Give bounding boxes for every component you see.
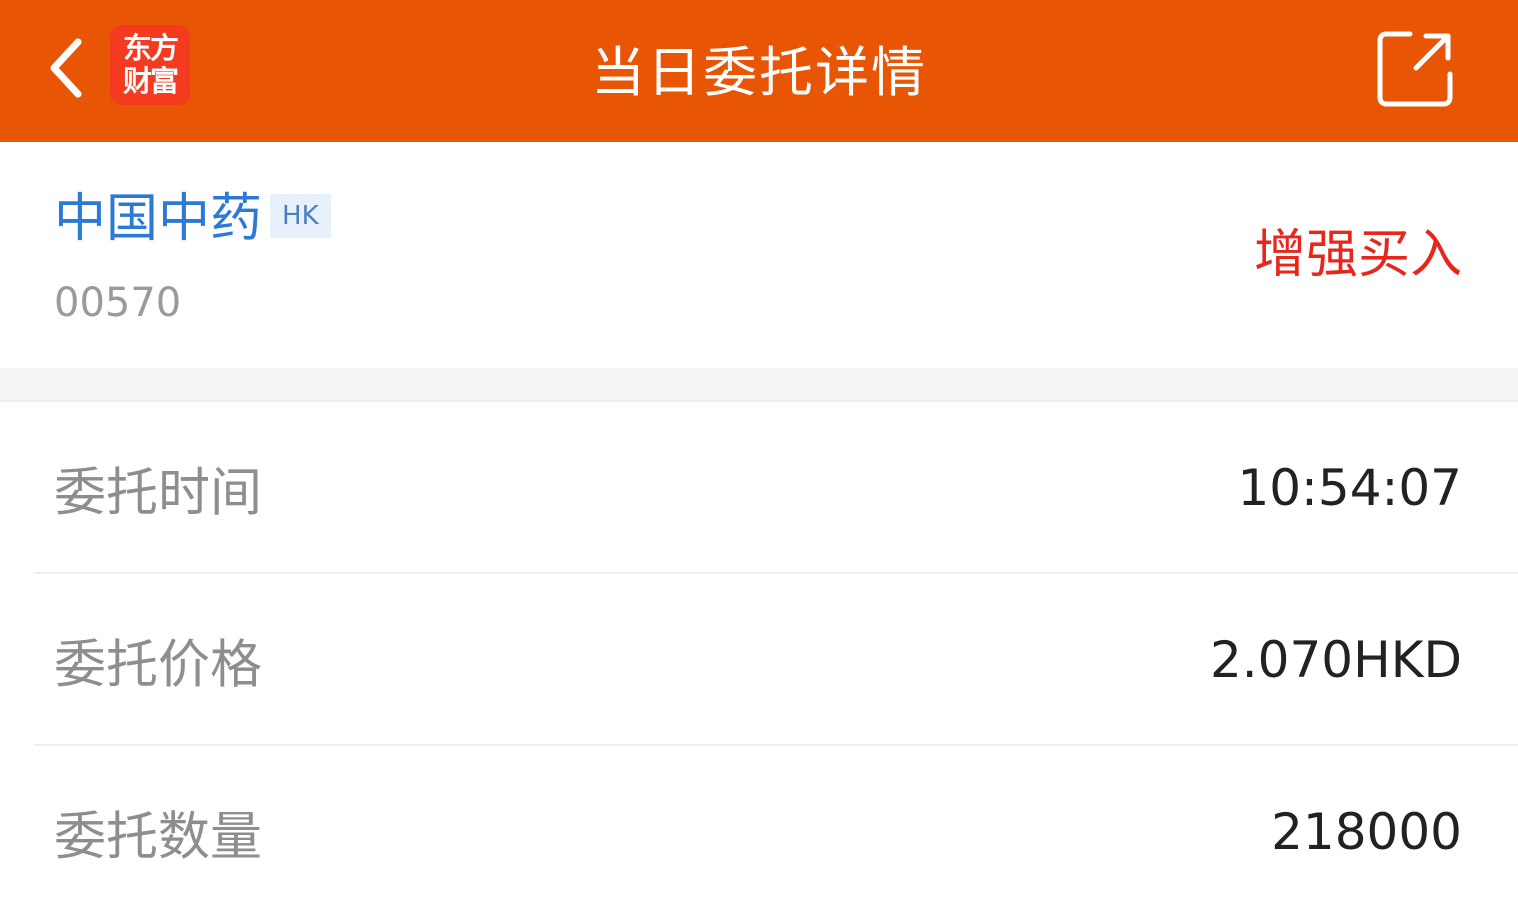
order-direction: 增强买入 bbox=[1253, 225, 1462, 285]
stock-code: 00570 bbox=[54, 280, 182, 326]
detail-value: 2.070HKD bbox=[1209, 631, 1462, 689]
page-title: 当日委托详情 bbox=[591, 40, 927, 104]
order-detail-list: 委托时间 10:54:07 委托价格 2.070HKD 委托数量 218000 bbox=[0, 402, 1518, 918]
detail-label: 委托数量 bbox=[54, 807, 263, 868]
detail-label: 委托时间 bbox=[54, 463, 263, 524]
detail-value: 218000 bbox=[1271, 803, 1462, 861]
stock-name-row: 中国中药 HK bbox=[54, 188, 331, 250]
header-bar: 东方 财富 当日委托详情 bbox=[0, 0, 1518, 142]
share-button[interactable] bbox=[1372, 26, 1460, 110]
detail-value: 10:54:07 bbox=[1237, 459, 1462, 517]
detail-label: 委托价格 bbox=[54, 635, 263, 696]
share-external-icon bbox=[1377, 31, 1453, 107]
section-divider bbox=[0, 368, 1518, 402]
detail-row-time: 委托时间 10:54:07 bbox=[0, 402, 1518, 574]
stock-name[interactable]: 中国中药 bbox=[54, 188, 262, 250]
detail-row-price: 委托价格 2.070HKD bbox=[0, 574, 1518, 746]
market-badge: HK bbox=[270, 194, 331, 238]
stock-info-section: 中国中药 HK 00570 增强买入 bbox=[0, 142, 1518, 368]
detail-row-quantity: 委托数量 218000 bbox=[0, 746, 1518, 918]
